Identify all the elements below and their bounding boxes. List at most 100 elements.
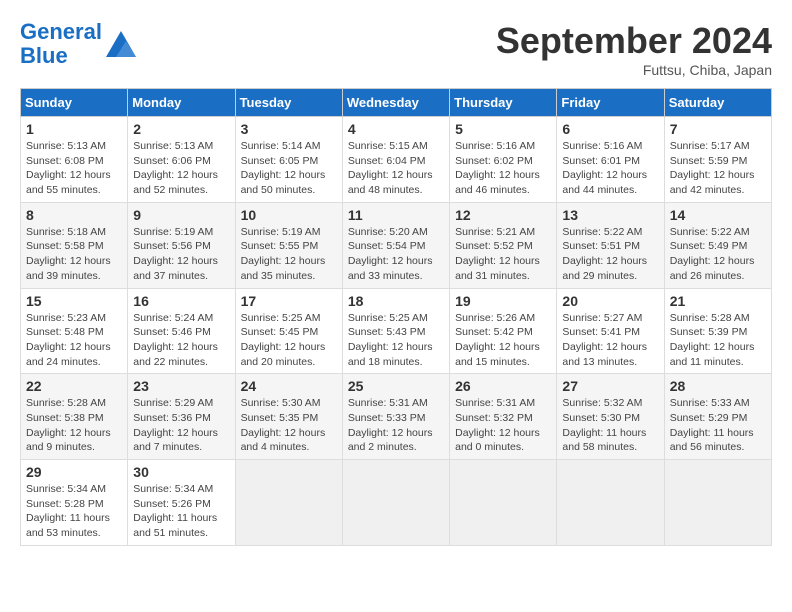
day-number: 15 (26, 293, 122, 309)
calendar-cell: 28 Sunrise: 5:33 AM Sunset: 5:29 PM Dayli… (664, 374, 771, 460)
weekday-header: Sunday (21, 89, 128, 117)
day-number: 1 (26, 121, 122, 137)
logo: GeneralBlue (20, 20, 136, 68)
day-number: 2 (133, 121, 229, 137)
day-info: Sunrise: 5:22 AM Sunset: 5:51 PM Dayligh… (562, 225, 658, 284)
day-info: Sunrise: 5:14 AM Sunset: 6:05 PM Dayligh… (241, 139, 337, 198)
day-info: Sunrise: 5:18 AM Sunset: 5:58 PM Dayligh… (26, 225, 122, 284)
calendar-cell: 1 Sunrise: 5:13 AM Sunset: 6:08 PM Daylig… (21, 117, 128, 203)
calendar-cell: 18 Sunrise: 5:25 AM Sunset: 5:43 PM Dayli… (342, 288, 449, 374)
calendar-cell: 4 Sunrise: 5:15 AM Sunset: 6:04 PM Daylig… (342, 117, 449, 203)
day-number: 14 (670, 207, 766, 223)
calendar-table: SundayMondayTuesdayWednesdayThursdayFrid… (20, 88, 772, 546)
calendar-cell: 5 Sunrise: 5:16 AM Sunset: 6:02 PM Daylig… (450, 117, 557, 203)
calendar-cell: 8 Sunrise: 5:18 AM Sunset: 5:58 PM Daylig… (21, 202, 128, 288)
day-number: 26 (455, 378, 551, 394)
calendar-cell: 7 Sunrise: 5:17 AM Sunset: 5:59 PM Daylig… (664, 117, 771, 203)
day-info: Sunrise: 5:23 AM Sunset: 5:48 PM Dayligh… (26, 311, 122, 370)
day-number: 29 (26, 464, 122, 480)
calendar-cell (664, 460, 771, 546)
calendar-cell (235, 460, 342, 546)
day-info: Sunrise: 5:31 AM Sunset: 5:32 PM Dayligh… (455, 396, 551, 455)
calendar-header-row: SundayMondayTuesdayWednesdayThursdayFrid… (21, 89, 772, 117)
day-info: Sunrise: 5:25 AM Sunset: 5:45 PM Dayligh… (241, 311, 337, 370)
day-info: Sunrise: 5:31 AM Sunset: 5:33 PM Dayligh… (348, 396, 444, 455)
calendar-cell: 11 Sunrise: 5:20 AM Sunset: 5:54 PM Dayli… (342, 202, 449, 288)
calendar-cell: 13Sunrise: 5:22 AM Sunset: 5:51 PM Dayli… (557, 202, 664, 288)
day-info: Sunrise: 5:26 AM Sunset: 5:42 PM Dayligh… (455, 311, 551, 370)
calendar-cell: 10Sunrise: 5:19 AM Sunset: 5:55 PM Dayli… (235, 202, 342, 288)
day-info: Sunrise: 5:25 AM Sunset: 5:43 PM Dayligh… (348, 311, 444, 370)
weekday-header: Monday (128, 89, 235, 117)
calendar-cell: 9 Sunrise: 5:19 AM Sunset: 5:56 PM Daylig… (128, 202, 235, 288)
day-number: 19 (455, 293, 551, 309)
calendar-cell: 19 Sunrise: 5:26 AM Sunset: 5:42 PM Dayli… (450, 288, 557, 374)
day-info: Sunrise: 5:20 AM Sunset: 5:54 PM Dayligh… (348, 225, 444, 284)
calendar-cell: 22Sunrise: 5:28 AM Sunset: 5:38 PM Dayli… (21, 374, 128, 460)
calendar-cell: 23 Sunrise: 5:29 AM Sunset: 5:36 PM Dayli… (128, 374, 235, 460)
day-number: 9 (133, 207, 229, 223)
day-info: Sunrise: 5:21 AM Sunset: 5:52 PM Dayligh… (455, 225, 551, 284)
day-info: Sunrise: 5:17 AM Sunset: 5:59 PM Dayligh… (670, 139, 766, 198)
day-number: 27 (562, 378, 658, 394)
day-number: 21 (670, 293, 766, 309)
logo-text: GeneralBlue (20, 20, 102, 68)
calendar-week-row: 15 Sunrise: 5:23 AM Sunset: 5:48 PM Dayli… (21, 288, 772, 374)
day-number: 28 (670, 378, 766, 394)
day-number: 23 (133, 378, 229, 394)
day-number: 20 (562, 293, 658, 309)
calendar-cell: 6Sunrise: 5:16 AM Sunset: 6:01 PM Daylig… (557, 117, 664, 203)
day-info: Sunrise: 5:34 AM Sunset: 5:28 PM Dayligh… (26, 482, 122, 541)
day-info: Sunrise: 5:28 AM Sunset: 5:38 PM Dayligh… (26, 396, 122, 455)
calendar-cell: 16Sunrise: 5:24 AM Sunset: 5:46 PM Dayli… (128, 288, 235, 374)
calendar-cell: 21 Sunrise: 5:28 AM Sunset: 5:39 PM Dayli… (664, 288, 771, 374)
day-number: 8 (26, 207, 122, 223)
title-block: September 2024 Futtsu, Chiba, Japan (496, 20, 772, 78)
day-info: Sunrise: 5:29 AM Sunset: 5:36 PM Dayligh… (133, 396, 229, 455)
calendar-week-row: 22Sunrise: 5:28 AM Sunset: 5:38 PM Dayli… (21, 374, 772, 460)
calendar-cell: 26 Sunrise: 5:31 AM Sunset: 5:32 PM Dayli… (450, 374, 557, 460)
calendar-cell: 14 Sunrise: 5:22 AM Sunset: 5:49 PM Dayli… (664, 202, 771, 288)
day-number: 17 (241, 293, 337, 309)
day-info: Sunrise: 5:19 AM Sunset: 5:56 PM Dayligh… (133, 225, 229, 284)
month-title: September 2024 (496, 20, 772, 62)
day-number: 30 (133, 464, 229, 480)
calendar-week-row: 29 Sunrise: 5:34 AM Sunset: 5:28 PM Dayli… (21, 460, 772, 546)
weekday-header: Thursday (450, 89, 557, 117)
day-info: Sunrise: 5:16 AM Sunset: 6:02 PM Dayligh… (455, 139, 551, 198)
day-info: Sunrise: 5:32 AM Sunset: 5:30 PM Dayligh… (562, 396, 658, 455)
day-number: 3 (241, 121, 337, 137)
calendar-cell: 12 Sunrise: 5:21 AM Sunset: 5:52 PM Dayli… (450, 202, 557, 288)
day-number: 4 (348, 121, 444, 137)
weekday-header: Friday (557, 89, 664, 117)
calendar-cell (557, 460, 664, 546)
calendar-cell: 2 Sunrise: 5:13 AM Sunset: 6:06 PM Daylig… (128, 117, 235, 203)
day-info: Sunrise: 5:13 AM Sunset: 6:06 PM Dayligh… (133, 139, 229, 198)
day-number: 25 (348, 378, 444, 394)
day-number: 16 (133, 293, 229, 309)
logo-icon (106, 29, 136, 59)
day-number: 18 (348, 293, 444, 309)
day-number: 11 (348, 207, 444, 223)
day-info: Sunrise: 5:15 AM Sunset: 6:04 PM Dayligh… (348, 139, 444, 198)
day-number: 7 (670, 121, 766, 137)
day-info: Sunrise: 5:22 AM Sunset: 5:49 PM Dayligh… (670, 225, 766, 284)
day-number: 6 (562, 121, 658, 137)
day-info: Sunrise: 5:28 AM Sunset: 5:39 PM Dayligh… (670, 311, 766, 370)
weekday-header: Wednesday (342, 89, 449, 117)
day-info: Sunrise: 5:33 AM Sunset: 5:29 PM Dayligh… (670, 396, 766, 455)
calendar-cell: 30 Sunrise: 5:34 AM Sunset: 5:26 PM Dayli… (128, 460, 235, 546)
day-number: 12 (455, 207, 551, 223)
calendar-week-row: 8 Sunrise: 5:18 AM Sunset: 5:58 PM Daylig… (21, 202, 772, 288)
calendar-cell: 27 Sunrise: 5:32 AM Sunset: 5:30 PM Dayli… (557, 374, 664, 460)
calendar-cell (342, 460, 449, 546)
calendar-cell: 15 Sunrise: 5:23 AM Sunset: 5:48 PM Dayli… (21, 288, 128, 374)
calendar-cell: 20 Sunrise: 5:27 AM Sunset: 5:41 PM Dayli… (557, 288, 664, 374)
day-info: Sunrise: 5:27 AM Sunset: 5:41 PM Dayligh… (562, 311, 658, 370)
page-header: GeneralBlue September 2024 Futtsu, Chiba… (20, 20, 772, 78)
day-info: Sunrise: 5:34 AM Sunset: 5:26 PM Dayligh… (133, 482, 229, 541)
day-info: Sunrise: 5:13 AM Sunset: 6:08 PM Dayligh… (26, 139, 122, 198)
location: Futtsu, Chiba, Japan (496, 62, 772, 78)
calendar-cell: 25 Sunrise: 5:31 AM Sunset: 5:33 PM Dayli… (342, 374, 449, 460)
day-number: 5 (455, 121, 551, 137)
